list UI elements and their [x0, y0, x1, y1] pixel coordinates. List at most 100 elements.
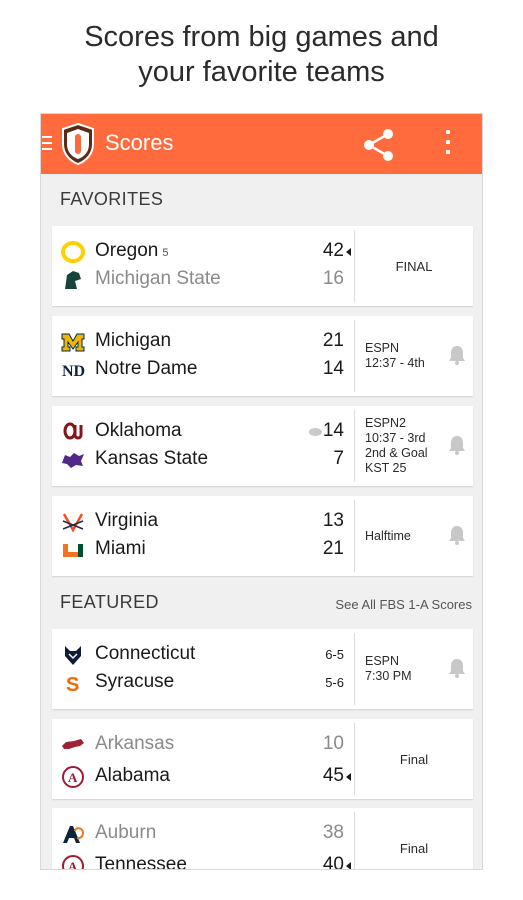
team-name: Auburn [95, 822, 157, 843]
team-record: 6-5 [325, 647, 344, 662]
notre-dame-logo-icon: ND [62, 363, 85, 380]
team-row: Oregon 5 42 [52, 238, 354, 266]
status-line: Final [399, 840, 429, 856]
winner-arrow-icon [346, 248, 351, 256]
connecticut-logo-icon [65, 646, 81, 665]
team-score: 45 [322, 765, 344, 786]
game-status: Final [355, 808, 473, 869]
team-name: Oregon 5 [95, 240, 169, 261]
card-divider [354, 410, 355, 482]
more-vert-icon[interactable] [441, 130, 455, 158]
team-name: Tennessee [95, 854, 187, 870]
game-card[interactable]: Arkansas 10 A Alabama 45 Final [52, 719, 473, 799]
card-divider [354, 320, 355, 392]
favorites-header: FAVORITES [60, 189, 164, 209]
team-row: Kansas State 7 [52, 446, 354, 474]
game-card[interactable]: Oklahoma 14 Kansas State 7 ESPN2 10:37 -… [52, 406, 473, 486]
team-score: 10 [322, 733, 344, 754]
bell-icon[interactable] [447, 344, 467, 366]
svg-text:A: A [68, 770, 78, 785]
app-title: Scores [105, 130, 174, 155]
phone-screen: Scores FAVORITES Oregon 5 42 Michigan Sta… [40, 113, 483, 870]
alabama-logo-icon: A [62, 766, 84, 788]
team-rank: 5 [162, 247, 169, 259]
team-row: A Tennessee 40 [52, 852, 354, 870]
game-card[interactable]: Michigan 21 ND Notre Dame 14 ESPN 12:37 … [52, 316, 473, 396]
team-row: Connecticut 6-5 [52, 641, 354, 669]
svg-text:A: A [68, 859, 78, 870]
team-name: Notre Dame [95, 358, 198, 379]
status-line: FINAL [395, 258, 433, 274]
team-name: Alabama [95, 765, 170, 786]
team-record: 5-6 [325, 675, 344, 690]
oregon-logo-icon [61, 241, 85, 263]
tennessee-logo-icon: A [62, 855, 84, 870]
team-name: Connecticut [95, 643, 196, 664]
team-row: Auburn 38 [52, 820, 354, 848]
game-card[interactable]: Oregon 5 42 Michigan State 16 FINAL [52, 226, 473, 306]
arkansas-logo-icon [62, 739, 84, 749]
team-name: Syracuse [95, 671, 175, 692]
michigan-logo-icon [61, 333, 85, 352]
team-row: Michigan State 16 [52, 266, 354, 294]
game-card[interactable]: Auburn 38 A Tennessee 40 Final [52, 808, 473, 870]
game-status: FINAL [355, 226, 473, 306]
team-row: Virginia 13 [52, 508, 354, 536]
menu-icon[interactable] [42, 136, 52, 152]
team-row: Miami 21 [52, 536, 354, 564]
team-row: Arkansas 10 [52, 731, 354, 759]
bell-icon[interactable] [447, 524, 467, 546]
card-divider [354, 633, 355, 705]
bell-icon[interactable] [447, 657, 467, 679]
team-name: Arkansas [95, 733, 175, 754]
team-name: Miami [95, 538, 146, 559]
team-score: 38 [322, 822, 344, 843]
team-row: Michigan 21 [52, 328, 354, 356]
team-score: 14 [322, 420, 344, 441]
bell-icon[interactable] [447, 434, 467, 456]
game-card[interactable]: Virginia 13 Miami 21 Halftime [52, 496, 473, 576]
team-score: 21 [322, 538, 344, 559]
shield-logo-icon[interactable] [60, 122, 96, 166]
promo-headline: Scores from big games and your favorite … [0, 20, 523, 90]
status-line: ESPN2 [365, 416, 406, 430]
winner-arrow-icon [346, 862, 351, 869]
game-status: Final [355, 719, 473, 799]
team-name: Virginia [95, 510, 159, 531]
team-name: Michigan State [95, 268, 221, 289]
michigan-state-logo-icon [65, 271, 81, 289]
kansas-state-logo-icon [62, 453, 84, 468]
team-name: Kansas State [95, 448, 209, 469]
team-score: 13 [322, 510, 344, 531]
status-line: Final [399, 751, 429, 767]
team-row: Oklahoma 14 [52, 418, 354, 446]
syracuse-logo-icon: S [66, 674, 79, 694]
team-score: 21 [322, 330, 344, 351]
team-name: Oklahoma [95, 420, 182, 441]
status-line: KST 25 [365, 461, 407, 475]
card-divider [354, 500, 355, 572]
winner-arrow-icon [346, 773, 351, 781]
team-row: ND Notre Dame 14 [52, 356, 354, 384]
team-score: 40 [322, 854, 344, 870]
team-score: 42 [322, 240, 344, 261]
featured-header: FEATURED [60, 592, 159, 612]
promo-line-1: Scores from big games and [84, 21, 439, 53]
svg-text:S: S [66, 674, 79, 694]
see-all-scores-link[interactable]: See All FBS 1-A Scores [335, 597, 472, 612]
team-row: A Alabama 45 [52, 763, 354, 791]
game-card[interactable]: Connecticut 6-5 S Syracuse 5-6 ESPN 7:30… [52, 629, 473, 709]
team-name: Michigan [95, 330, 172, 351]
share-icon[interactable] [361, 128, 397, 162]
miami-logo-icon [63, 544, 83, 557]
team-score: 14 [322, 358, 344, 379]
oklahoma-logo-icon [63, 422, 83, 440]
auburn-logo-icon [63, 826, 85, 843]
virginia-logo-icon [62, 513, 84, 533]
team-row: S Syracuse 5-6 [52, 669, 354, 697]
app-bar: Scores [41, 114, 482, 174]
team-score: 16 [322, 268, 344, 289]
possession-football-icon [309, 428, 322, 436]
promo-line-2: your favorite teams [138, 56, 385, 88]
svg-text:ND: ND [62, 363, 85, 380]
